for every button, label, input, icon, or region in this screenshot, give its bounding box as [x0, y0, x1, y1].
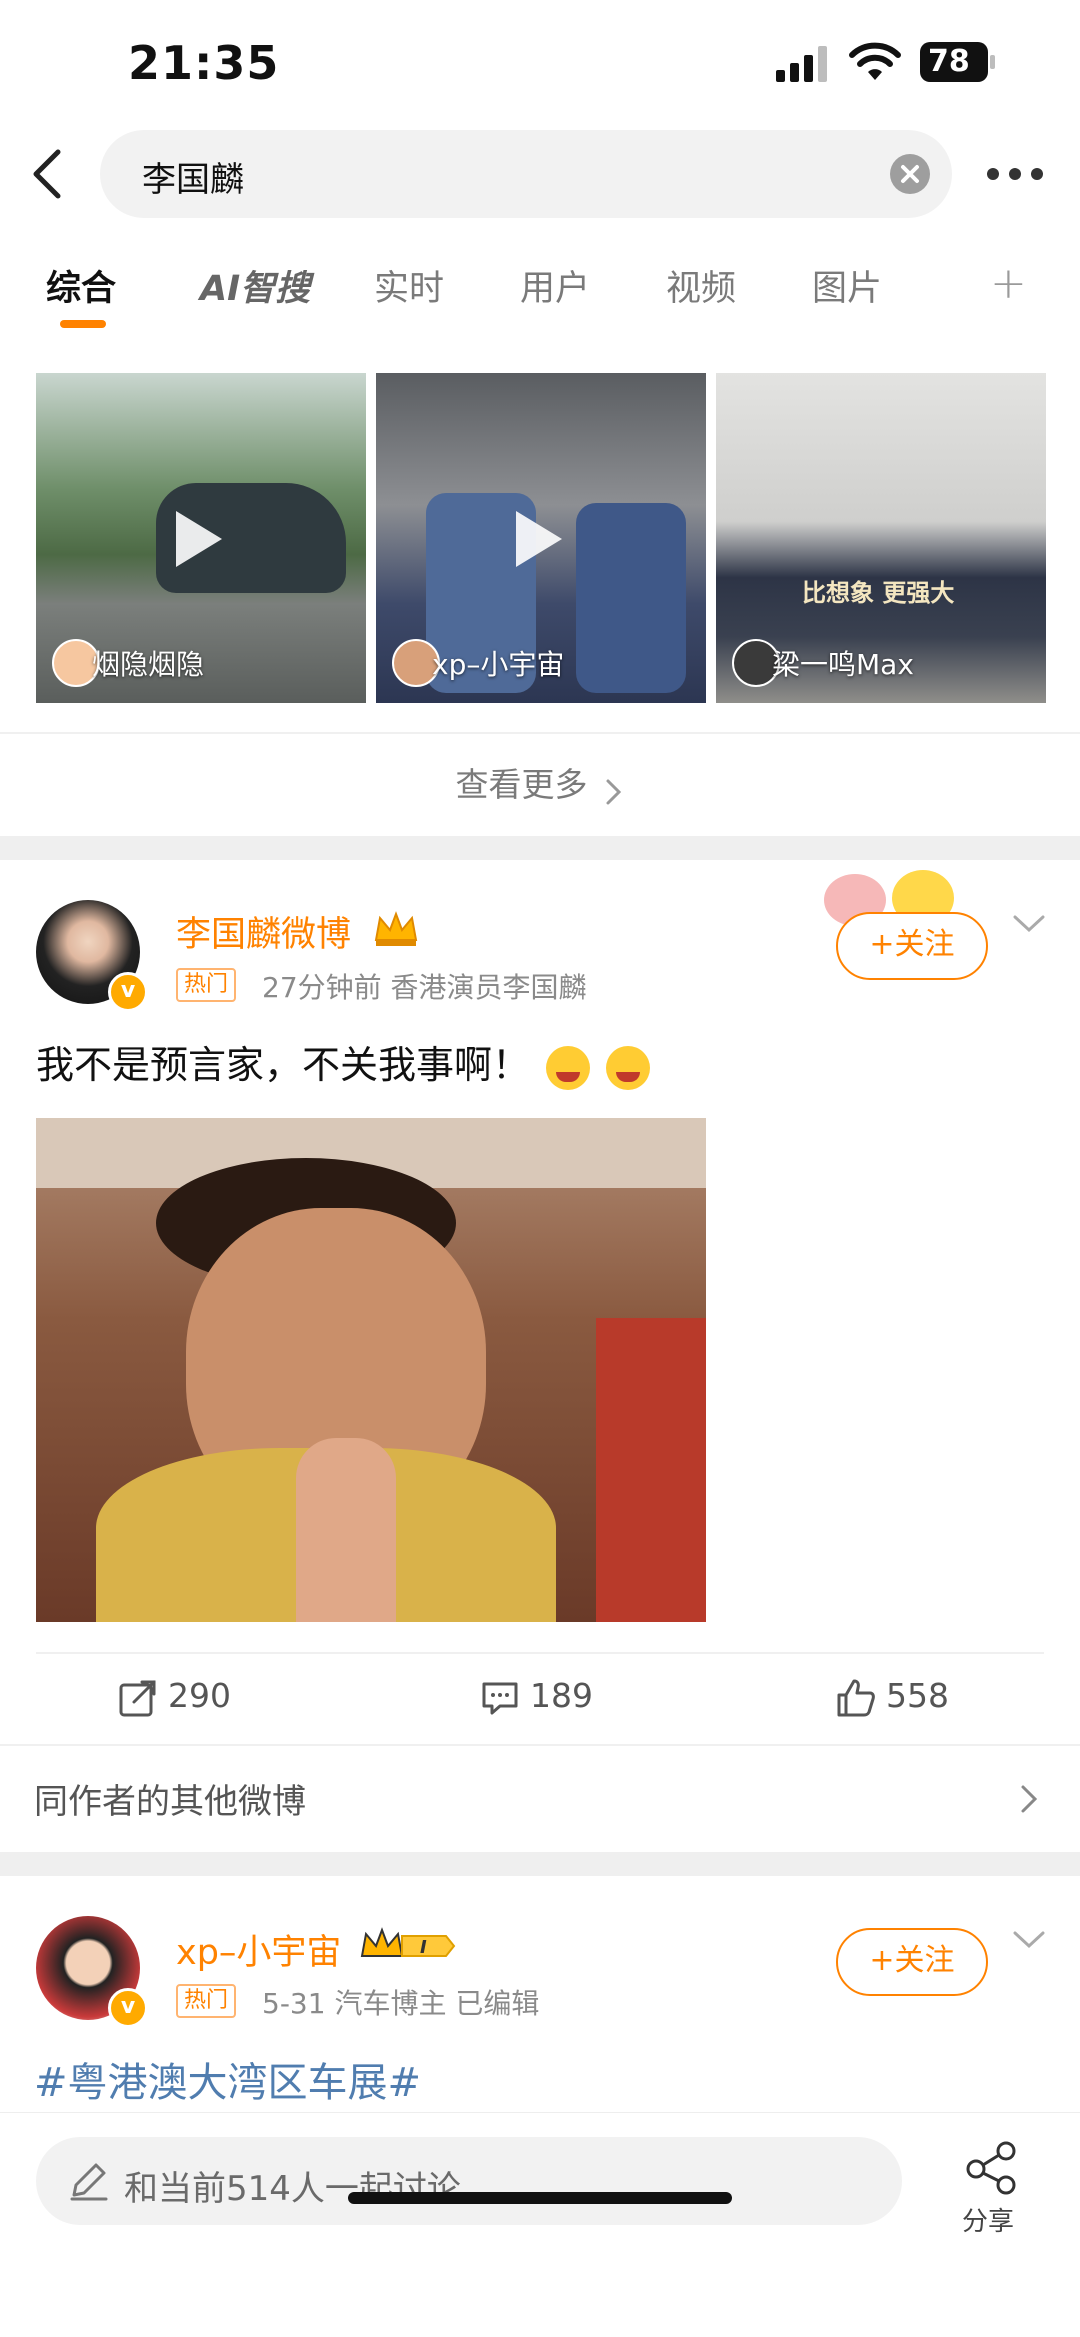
share-icon[interactable] [962, 2137, 1022, 2197]
search-tabs: 综合 AI智搜 实时 用户 视频 图片 + [0, 240, 1080, 330]
laugh-cry-emoji-icon [606, 1045, 651, 1090]
section-separator [0, 1852, 1080, 1876]
post-meta: 5-31 汽车博主 已编辑 [262, 1987, 540, 2020]
tab-comprehensive[interactable]: 综合 [46, 260, 116, 311]
verified-badge-icon: v [108, 972, 148, 1012]
topic-hashtag[interactable]: #粤港澳大湾区车展# [34, 2050, 421, 2108]
cellular-signal-icon [776, 46, 827, 82]
more-options-icon[interactable] [986, 166, 1044, 182]
tab-realtime[interactable]: 实时 [374, 260, 444, 311]
thumbs-up-icon [837, 1679, 875, 1716]
video-overlay-text: 比想象 更强大 [802, 579, 955, 607]
post-image[interactable] [36, 1118, 706, 1622]
post-username[interactable]: xp–小宇宙 [176, 1924, 341, 1975]
chevron-right-icon[interactable] [1020, 1784, 1038, 1814]
verified-badge-icon: v [108, 1988, 148, 2028]
comment-button[interactable]: 189 [480, 1676, 593, 1724]
divider [0, 732, 1080, 734]
video-author: 烟隐烟隐 [92, 648, 205, 681]
follow-button[interactable]: +关注 [836, 912, 988, 980]
active-tab-indicator [60, 320, 106, 328]
battery-icon: 78 [920, 42, 996, 82]
clear-search-icon[interactable] [890, 154, 930, 194]
post-text: 我不是预言家，不关我事啊！ [36, 1043, 531, 1087]
wifi-icon [849, 42, 901, 80]
tab-images[interactable]: 图片 [812, 260, 882, 311]
search-input[interactable]: 李国麟 [100, 130, 952, 218]
hot-tag: 热门 [176, 1984, 237, 2018]
like-count: 558 [886, 1676, 949, 1715]
see-more-label: 查看更多 [455, 765, 588, 804]
comment-input[interactable]: 和当前514人一起讨论 [36, 2137, 902, 2225]
share-label: 分享 [962, 2207, 1015, 2237]
laugh-cry-emoji-icon [546, 1045, 591, 1090]
battery-level: 78 [928, 44, 970, 79]
back-arrow-icon[interactable] [24, 146, 76, 202]
search-query: 李国麟 [142, 160, 244, 200]
video-author: 梁一鸣Max [772, 648, 914, 681]
repost-count: 290 [168, 1676, 231, 1715]
member-badge-icon: I [360, 1927, 456, 1958]
divider [36, 1652, 1044, 1654]
tab-videos[interactable]: 视频 [666, 260, 736, 311]
tab-users[interactable]: 用户 [520, 260, 590, 311]
repost-button[interactable]: 290 [118, 1676, 231, 1724]
section-separator [0, 836, 1080, 860]
add-tab-icon[interactable]: + [990, 258, 1027, 309]
video-thumbnail[interactable]: xp–小宇宙 [376, 373, 706, 703]
divider [0, 1744, 1080, 1746]
post-meta: 27分钟前 香港演员李国麟 [262, 971, 587, 1004]
svg-text:I: I [420, 1937, 427, 1958]
comment-icon [482, 1682, 518, 1714]
related-posts-link[interactable]: 同作者的其他微博 [34, 1774, 306, 1823]
chevron-down-icon[interactable] [1012, 914, 1046, 934]
see-more-button[interactable]: 查看更多 [0, 740, 1080, 830]
video-thumbnail[interactable]: 烟隐烟隐 [36, 373, 366, 703]
status-bar: 21:35 78 [0, 0, 1080, 130]
comment-count: 189 [530, 1676, 593, 1715]
repost-icon [119, 1680, 156, 1716]
post-username[interactable]: 李国麟微博 [176, 906, 351, 957]
bottom-bar: 和当前514人一起讨论 分享 [0, 2112, 1080, 2337]
hot-tag: 热门 [176, 968, 237, 1002]
play-icon [516, 511, 562, 567]
video-author: xp–小宇宙 [432, 648, 565, 681]
home-indicator [348, 2192, 732, 2204]
crown-badge-icon [374, 911, 418, 946]
tab-ai-search[interactable]: AI智搜 [200, 260, 310, 311]
status-time: 21:35 [128, 36, 280, 90]
video-thumbnail[interactable]: 比想象 更强大 梁一鸣Max [716, 373, 1046, 703]
pencil-icon [70, 2163, 108, 2201]
chevron-right-icon [606, 779, 621, 804]
like-button[interactable]: 558 [836, 1676, 949, 1724]
post-text-container: 我不是预言家，不关我事啊！ [36, 1034, 651, 1090]
chevron-down-icon[interactable] [1012, 1930, 1046, 1950]
follow-button[interactable]: +关注 [836, 1928, 988, 1996]
play-icon [176, 511, 222, 567]
